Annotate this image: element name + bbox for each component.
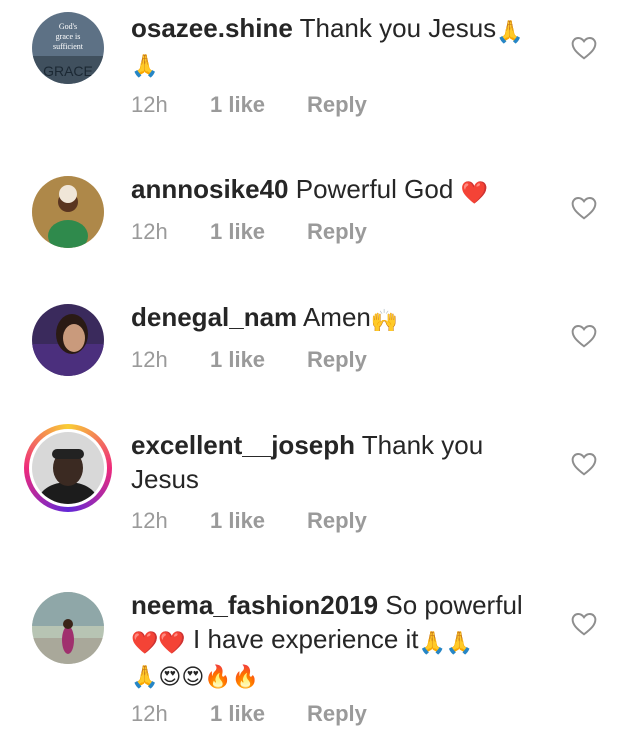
comment-text: Amen	[302, 302, 371, 332]
comment-body: neema_fashion2019 So powerful ❤️❤️ I hav…	[131, 588, 551, 690]
avatar-image	[32, 304, 104, 376]
comment-body: excellent__joseph Thank you Jesus	[131, 428, 551, 496]
comment-username[interactable]: osazee.shine	[131, 13, 293, 43]
avatar-text-line: grace is	[56, 32, 81, 41]
avatar-text-line: God's	[59, 22, 77, 31]
avatar[interactable]	[32, 592, 104, 664]
heart-outline-icon[interactable]	[571, 36, 597, 60]
comment-likes[interactable]: 1 like	[210, 219, 265, 245]
comment-body: annnosike40 Powerful God ❤️	[131, 172, 551, 206]
folded-hands-emoji: 🙏	[131, 53, 159, 78]
comment-likes[interactable]: 1 like	[210, 701, 265, 727]
comment-text: So powerful	[385, 590, 523, 620]
heart-outline-icon[interactable]	[571, 612, 597, 636]
avatar[interactable]: God's grace is sufficient GRACE	[32, 12, 104, 84]
heart-outline-icon[interactable]	[571, 452, 597, 476]
comment-username[interactable]: excellent__joseph	[131, 430, 355, 460]
red-heart-emoji: ❤️	[460, 180, 488, 205]
comment-username[interactable]: denegal_nam	[131, 302, 297, 332]
avatar[interactable]	[32, 304, 104, 376]
comment-body: denegal_nam Amen🙌	[131, 300, 551, 334]
comment-time: 12h	[131, 219, 168, 244]
folded-hands-emoji: 🙏	[131, 664, 159, 689]
avatar-story-ring[interactable]	[24, 424, 112, 512]
avatar-image	[32, 432, 104, 504]
avatar[interactable]	[32, 176, 104, 248]
reply-button[interactable]: Reply	[307, 92, 367, 118]
comment-text: Powerful God	[295, 174, 454, 204]
comment-time: 12h	[131, 508, 168, 533]
comment-text: Thank you Jesus	[299, 13, 497, 43]
folded-hands-emoji: 🙏	[496, 19, 524, 44]
reply-button[interactable]: Reply	[307, 219, 367, 245]
comment-time: 12h	[131, 92, 168, 117]
folded-hands-emoji: 🙏	[418, 630, 446, 655]
reply-button[interactable]: Reply	[307, 701, 367, 727]
heart-outline-icon[interactable]	[571, 324, 597, 348]
comment-likes[interactable]: 1 like	[210, 92, 265, 118]
avatar-ring-inner	[29, 429, 107, 507]
comment-text-continued: I have experience it	[193, 624, 419, 654]
comment-body: osazee.shine Thank you Jesus🙏 🙏	[131, 11, 551, 79]
reply-button[interactable]: Reply	[307, 508, 367, 534]
avatar-image	[32, 592, 104, 664]
avatar-image: God's grace is sufficient GRACE	[32, 12, 104, 84]
red-heart-emoji: ❤️	[131, 630, 159, 655]
comment-time: 12h	[131, 701, 168, 726]
raising-hands-emoji: 🙌	[370, 308, 399, 333]
reply-button[interactable]: Reply	[307, 347, 367, 373]
fire-emoji: 🔥	[204, 664, 232, 689]
comment-likes[interactable]: 1 like	[210, 347, 265, 373]
folded-hands-emoji: 🙏	[445, 630, 474, 655]
heart-eyes-emoji: 😍	[181, 664, 205, 689]
red-heart-emoji: ❤️	[158, 630, 186, 655]
avatar	[32, 432, 104, 504]
heart-eyes-emoji: 😍	[158, 664, 182, 689]
avatar-text-line: sufficient	[53, 42, 84, 51]
comment-username[interactable]: annnosike40	[131, 174, 289, 204]
heart-outline-icon[interactable]	[571, 196, 597, 220]
comment-username[interactable]: neema_fashion2019	[131, 590, 378, 620]
comment-likes[interactable]: 1 like	[210, 508, 265, 534]
avatar-image	[32, 176, 104, 248]
comment-time: 12h	[131, 347, 168, 372]
avatar-text-line: GRACE	[43, 63, 93, 79]
fire-emoji: 🔥	[231, 664, 260, 689]
